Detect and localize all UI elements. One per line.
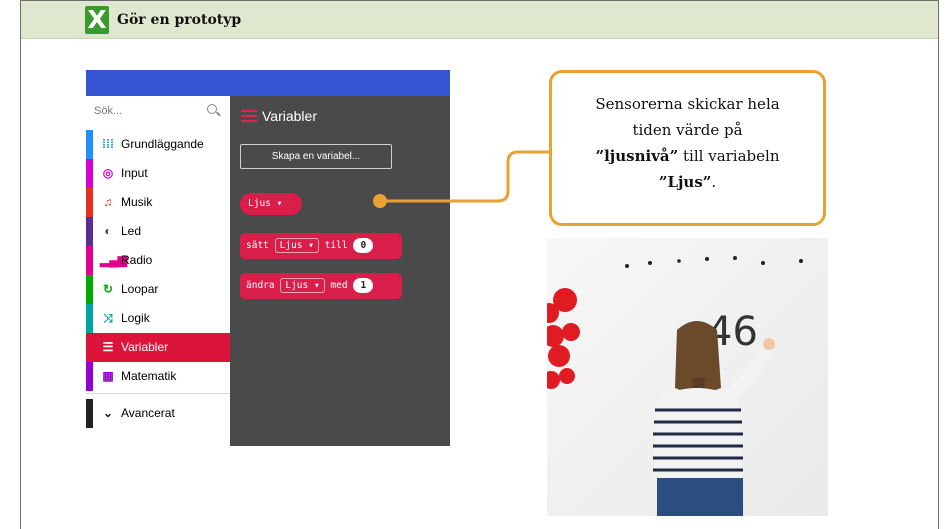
callout-box: Sensorerna skickar hela tiden värde på ”…: [549, 70, 826, 226]
connector-dot: [373, 194, 387, 208]
classroom-photo: 46: [547, 238, 828, 516]
callout-text: Sensorerna skickar hela tiden värde på ”…: [595, 95, 780, 191]
